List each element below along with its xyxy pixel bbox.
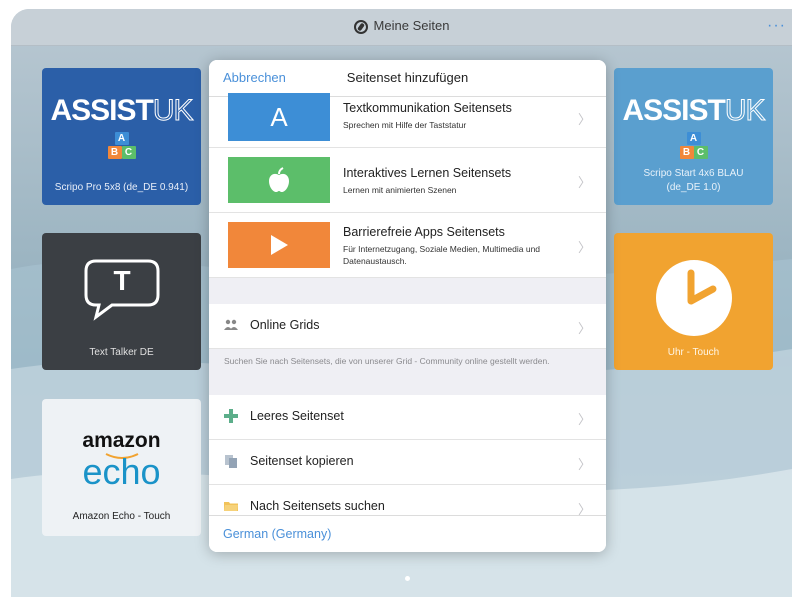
- pageset-title: Interaktives Lernen Seitensets: [343, 166, 512, 180]
- add-pageset-dialog: Abbrechen Seitenset hinzufügen A Textkom…: [209, 60, 606, 552]
- text-talker-glyph: T: [113, 265, 131, 296]
- copy-icon: [225, 455, 237, 468]
- clock-icon: [656, 260, 732, 336]
- tile-scripo-pro[interactable]: ASSISTUK A B C Scripo Pro 5x8 (de_DE 0.9…: [42, 68, 201, 205]
- dialog-header: Abbrechen Seitenset hinzufügen: [209, 60, 606, 97]
- page-indicator: [405, 576, 410, 581]
- online-grids-item[interactable]: Online Grids 〉: [209, 304, 606, 349]
- tile-scripo-start[interactable]: ASSISTUK A B C Scripo Start 4x6 BLAU (de…: [614, 68, 773, 205]
- pageset-subtitle: Für Internetzugang, Soziale Medien, Mult…: [343, 244, 541, 266]
- users-icon: [224, 319, 238, 330]
- tile-label: Amazon Echo - Touch: [72, 511, 171, 522]
- item-label: Online Grids: [250, 318, 320, 332]
- pageset-title: Barrierefreie Apps Seitensets: [343, 225, 505, 239]
- abc-blocks-icon: A B C: [678, 132, 710, 162]
- copy-pageset-item[interactable]: Seitenset kopieren 〉: [209, 440, 606, 485]
- empty-pageset-item[interactable]: Leeres Seitenset 〉: [209, 395, 606, 440]
- tile-amazon-echo[interactable]: amazon echo Amazon Echo - Touch: [42, 399, 201, 536]
- pageset-row-text[interactable]: A Textkommunikation Seitensets Sprechen …: [209, 93, 606, 148]
- chevron-right-icon: 〉: [577, 112, 591, 127]
- plus-icon: [224, 409, 238, 423]
- pageset-row-learning[interactable]: Interaktives Lernen Seitensets Lernen mi…: [209, 148, 606, 213]
- pageset-row-apps[interactable]: Barrierefreie Apps Seitensets Für Intern…: [209, 213, 606, 278]
- tile-label: Scripo Pro 5x8 (de_DE 0.941): [54, 182, 189, 193]
- amazon-logo: amazon: [82, 429, 161, 452]
- apple-icon: [228, 157, 330, 203]
- assistuk-logo: ASSISTUK: [50, 94, 194, 128]
- pageset-subtitle: Lernen mit animierten Szenen: [343, 185, 457, 195]
- pageset-list: A Textkommunikation Seitensets Sprechen …: [209, 93, 606, 530]
- chevron-right-icon: 〉: [577, 412, 591, 427]
- assistuk-logo: ASSISTUK: [622, 94, 766, 128]
- online-grids-note: Suchen Sie nach Seitensets, die von unse…: [224, 356, 550, 366]
- tile-label: Text Talker DE: [89, 347, 154, 358]
- item-label: Nach Seitensets suchen: [250, 499, 385, 513]
- item-label: Seitenset kopieren: [250, 454, 354, 468]
- play-icon: [228, 222, 330, 268]
- online-note-section: Suchen Sie nach Seitensets, die von unse…: [209, 349, 606, 395]
- keyboard-letter-icon: A: [228, 93, 330, 141]
- abc-blocks-icon: A B C: [106, 132, 138, 162]
- top-bar: Meine Seiten ···: [11, 9, 792, 46]
- item-label: Leeres Seitenset: [250, 409, 344, 423]
- tile-label: Scripo Start 4x6 BLAU (de_DE 1.0): [643, 168, 744, 193]
- chevron-right-icon: 〉: [577, 321, 591, 336]
- pageset-subtitle: Sprechen mit Hilfe der Taststatur: [343, 120, 467, 130]
- more-icon[interactable]: ···: [767, 17, 786, 35]
- tile-uhr-touch[interactable]: Uhr - Touch: [614, 233, 773, 370]
- pageset-title: Textkommunikation Seitensets: [343, 101, 512, 115]
- dialog-footer: German (Germany): [209, 515, 606, 552]
- dialog-title: Seitenset hinzufügen: [346, 70, 469, 85]
- folder-icon: [224, 502, 238, 511]
- tile-text-talker[interactable]: T Text Talker DE: [42, 233, 201, 370]
- tile-label: Uhr - Touch: [667, 347, 720, 358]
- chevron-right-icon: 〉: [577, 175, 591, 190]
- page-title: Meine Seiten: [11, 18, 792, 34]
- chevron-right-icon: 〉: [577, 457, 591, 472]
- chevron-right-icon: 〉: [577, 240, 591, 255]
- section-gap: [209, 278, 606, 304]
- language-button[interactable]: German (Germany): [223, 527, 331, 541]
- compass-icon: [353, 20, 368, 34]
- echo-logo: echo: [82, 451, 161, 492]
